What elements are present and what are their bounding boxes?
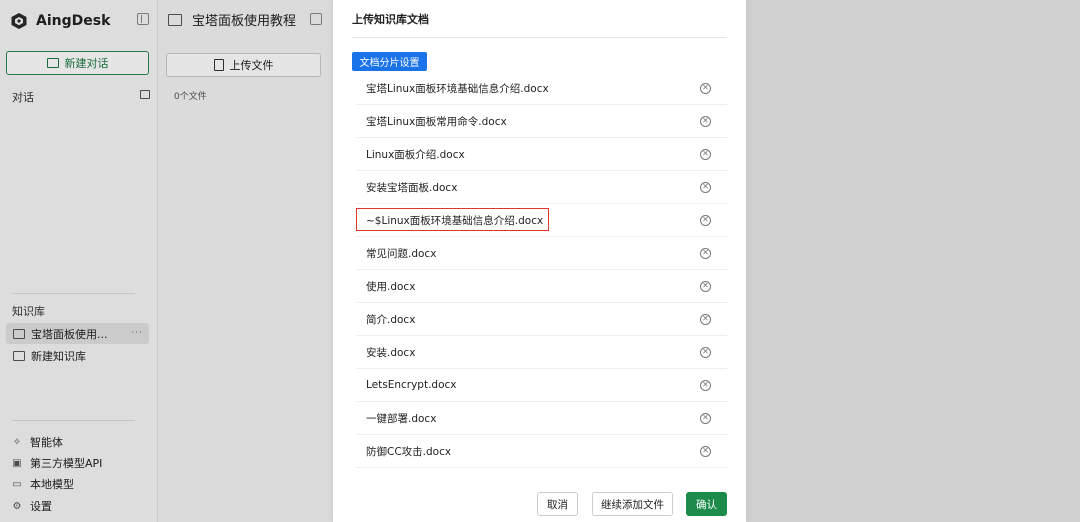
- list-item: 使用.docx ✕: [356, 270, 727, 303]
- file-name: 常见问题.docx: [366, 247, 437, 260]
- list-item: 常见问题.docx ✕: [356, 237, 727, 270]
- list-item: 安装宝塔面板.docx ✕: [356, 171, 727, 204]
- list-item: 宝塔Linux面板常用命令.docx ✕: [356, 105, 727, 138]
- highlight-box: [356, 208, 549, 231]
- remove-icon[interactable]: ✕: [700, 412, 711, 424]
- file-name: 宝塔Linux面板环境基础信息介绍.docx: [366, 82, 549, 95]
- cancel-button[interactable]: 取消: [537, 492, 578, 516]
- file-list: 宝塔Linux面板环境基础信息介绍.docx ✕ 宝塔Linux面板常用命令.d…: [356, 72, 727, 468]
- divider: [352, 37, 727, 38]
- remove-icon[interactable]: ✕: [700, 247, 711, 259]
- dialog-title: 上传知识库文档: [352, 13, 429, 26]
- remove-icon[interactable]: ✕: [700, 445, 711, 457]
- file-name: 安装.docx: [366, 346, 416, 359]
- file-name: 防御CC攻击.docx: [366, 445, 452, 458]
- list-item: LetsEncrypt.docx ✕: [356, 369, 727, 402]
- file-name: 安装宝塔面板.docx: [366, 181, 458, 194]
- remove-icon[interactable]: ✕: [700, 148, 711, 160]
- split-settings-button[interactable]: 文档分片设置: [352, 52, 427, 71]
- list-item: 简介.docx ✕: [356, 303, 727, 336]
- remove-icon[interactable]: ✕: [700, 346, 711, 358]
- remove-icon[interactable]: ✕: [700, 280, 711, 292]
- list-item: 防御CC攻击.docx ✕: [356, 435, 727, 468]
- file-name: 使用.docx: [366, 280, 416, 293]
- remove-icon[interactable]: ✕: [700, 313, 711, 325]
- remove-icon[interactable]: ✕: [700, 181, 711, 193]
- upload-dialog: 上传知识库文档 文档分片设置 宝塔Linux面板环境基础信息介绍.docx ✕ …: [333, 0, 746, 522]
- list-item: ~$Linux面板环境基础信息介绍.docx ✕: [356, 204, 727, 237]
- remove-icon[interactable]: ✕: [700, 82, 711, 94]
- list-item: Linux面板介绍.docx ✕: [356, 138, 727, 171]
- add-more-files-button[interactable]: 继续添加文件: [592, 492, 673, 516]
- file-name: LetsEncrypt.docx: [366, 379, 457, 391]
- list-item: 宝塔Linux面板环境基础信息介绍.docx ✕: [356, 72, 727, 105]
- file-name: 宝塔Linux面板常用命令.docx: [366, 115, 507, 128]
- list-item: 安装.docx ✕: [356, 336, 727, 369]
- file-name: Linux面板介绍.docx: [366, 148, 465, 161]
- list-item: 一键部署.docx ✕: [356, 402, 727, 435]
- remove-icon[interactable]: ✕: [700, 115, 711, 127]
- remove-icon[interactable]: ✕: [700, 379, 711, 391]
- confirm-button[interactable]: 确认: [686, 492, 727, 516]
- file-name: 简介.docx: [366, 313, 416, 326]
- file-name: 一键部署.docx: [366, 412, 437, 425]
- remove-icon[interactable]: ✕: [700, 214, 711, 226]
